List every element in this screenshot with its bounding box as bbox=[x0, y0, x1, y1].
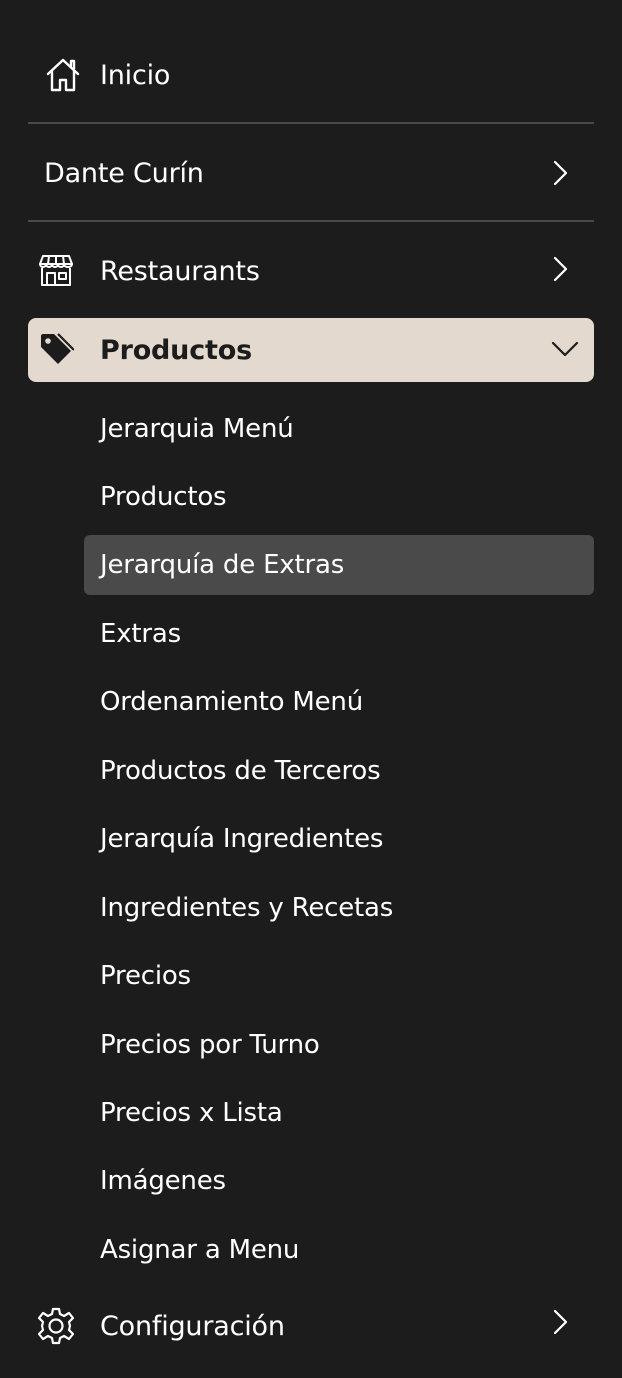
nav-item-restaurants-label: Restaurants bbox=[100, 255, 260, 287]
submenu-item-label: Precios por Turno bbox=[100, 1030, 320, 1060]
submenu-item[interactable]: Productos bbox=[84, 467, 594, 527]
nav-group-productos[interactable]: Productos bbox=[28, 318, 594, 382]
nav-item-configuracion-label: Configuración bbox=[100, 1310, 285, 1342]
gear-icon bbox=[36, 1306, 76, 1346]
submenu-item[interactable]: Extras bbox=[84, 604, 594, 664]
sidebar-nav: Inicio Dante Curín Restaurants Productos… bbox=[0, 0, 622, 1378]
submenu-item-label: Productos de Terceros bbox=[100, 756, 381, 786]
divider bbox=[28, 122, 594, 124]
chevron-down-icon bbox=[550, 338, 580, 360]
chevron-right-icon bbox=[548, 159, 572, 187]
nav-item-user[interactable]: Dante Curín bbox=[28, 144, 594, 202]
submenu-item[interactable]: Asignar a Menu bbox=[84, 1220, 594, 1280]
submenu-item-label: Jerarquía de Extras bbox=[100, 550, 345, 580]
submenu-item-label: Jerarquia Menú bbox=[100, 414, 294, 444]
submenu-item-label: Productos bbox=[100, 482, 227, 512]
nav-item-home-label: Inicio bbox=[100, 59, 171, 91]
nav-group-productos-label: Productos bbox=[100, 334, 252, 366]
chevron-right-icon bbox=[548, 255, 572, 283]
submenu-item-label: Jerarquía Ingredientes bbox=[100, 824, 384, 854]
user-name: Dante Curín bbox=[44, 157, 204, 189]
submenu-item[interactable]: Productos de Terceros bbox=[84, 741, 594, 801]
submenu-item-label: Imágenes bbox=[100, 1166, 226, 1196]
store-icon bbox=[38, 252, 74, 288]
submenu-item[interactable]: Jerarquia Menú bbox=[84, 399, 594, 459]
submenu-item-label: Ingredientes y Recetas bbox=[100, 893, 394, 923]
submenu-item-label: Ordenamiento Menú bbox=[100, 687, 363, 717]
submenu-item[interactable]: Ordenamiento Menú bbox=[84, 672, 594, 732]
divider bbox=[28, 220, 594, 222]
submenu-item-label: Precios bbox=[100, 961, 191, 991]
submenu-item-label: Precios x Lista bbox=[100, 1098, 283, 1128]
tag-icon bbox=[38, 332, 74, 368]
submenu-item[interactable]: Jerarquía Ingredientes bbox=[84, 809, 594, 869]
submenu-item[interactable]: Precios x Lista bbox=[84, 1083, 594, 1143]
nav-item-restaurants[interactable]: Restaurants bbox=[28, 242, 594, 300]
chevron-right-icon bbox=[548, 1308, 572, 1336]
submenu-item-label: Asignar a Menu bbox=[100, 1235, 300, 1265]
nav-item-configuracion[interactable]: Configuración bbox=[28, 1297, 594, 1355]
submenu-item[interactable]: Precios por Turno bbox=[84, 1015, 594, 1075]
submenu-item[interactable]: Precios bbox=[84, 946, 594, 1006]
nav-item-home[interactable]: Inicio bbox=[28, 46, 594, 104]
submenu-item-label: Extras bbox=[100, 619, 181, 649]
submenu-item[interactable]: Ingredientes y Recetas bbox=[84, 878, 594, 938]
submenu-item[interactable]: Imágenes bbox=[84, 1151, 594, 1211]
home-icon bbox=[44, 56, 82, 94]
submenu-item-selected[interactable]: Jerarquía de Extras bbox=[84, 535, 594, 595]
